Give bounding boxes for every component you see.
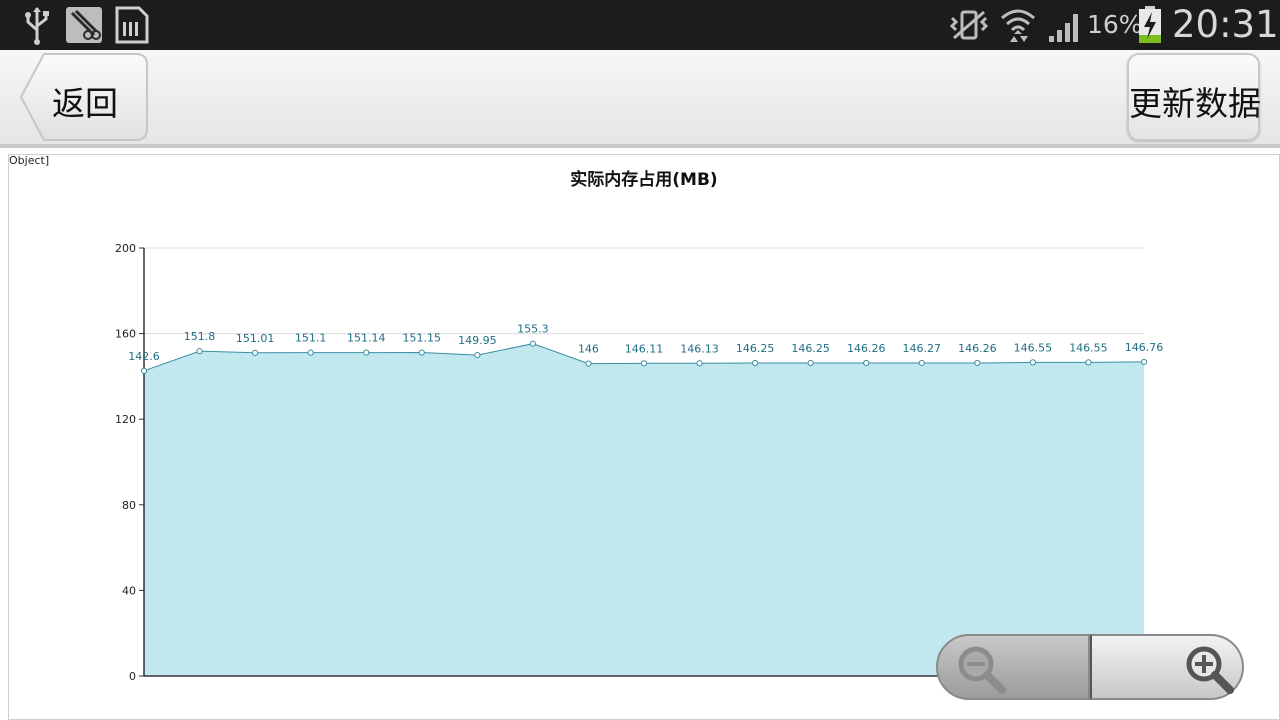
memory-chart: 实际内存占用(MB) 0 40 80 120 160 200 142.6 151.8 151.… <box>115 169 1164 683</box>
data-label: 146.26 <box>958 342 997 355</box>
data-point <box>1140 358 1148 366</box>
zoom-in-button[interactable] <box>1090 634 1244 700</box>
data-point <box>529 340 536 347</box>
data-point <box>1085 359 1092 366</box>
data-point <box>918 359 925 367</box>
data-point <box>140 367 148 374</box>
zoom-in-icon <box>1186 646 1234 694</box>
data-label: 146.26 <box>847 342 886 355</box>
data-point <box>696 360 703 367</box>
data-label: 146.11 <box>625 342 664 355</box>
chart-area-series <box>143 343 1145 676</box>
chart-title: 实际内存占用(MB) <box>570 169 717 190</box>
data-label: 146.76 <box>1125 341 1164 354</box>
data-label: 146.25 <box>791 342 830 355</box>
data-point <box>252 349 259 356</box>
data-point <box>974 359 981 367</box>
data-label: 146 <box>578 343 599 356</box>
data-point <box>1029 359 1036 366</box>
y-axis-ticks: 0 40 80 120 160 200 <box>115 242 144 683</box>
data-point <box>363 349 370 356</box>
y-tick-label: 40 <box>122 584 136 597</box>
zoom-control <box>936 634 1244 700</box>
data-label: 142.6 <box>128 350 160 363</box>
data-point <box>585 360 592 367</box>
data-point <box>474 352 481 359</box>
y-tick-label: 160 <box>115 328 136 341</box>
y-tick-label: 80 <box>122 499 136 512</box>
y-tick-label: 120 <box>115 413 136 426</box>
data-label: 146.55 <box>1069 341 1108 354</box>
data-point <box>307 349 314 356</box>
data-label: 149.95 <box>458 334 497 347</box>
data-point <box>418 349 425 356</box>
zoom-out-button[interactable] <box>936 634 1090 700</box>
data-point <box>640 360 648 367</box>
data-label: 151.01 <box>236 332 275 345</box>
data-label: 146.27 <box>903 342 942 355</box>
data-label: 146.25 <box>736 342 775 355</box>
data-label: 151.14 <box>347 332 386 345</box>
data-label: 146.55 <box>1014 341 1053 354</box>
data-point <box>863 359 870 367</box>
area-fill <box>144 343 1144 676</box>
data-label: 151.8 <box>184 330 216 343</box>
data-label: 151.15 <box>403 332 442 345</box>
data-point <box>807 359 814 367</box>
y-tick-label: 200 <box>115 242 136 255</box>
zoom-out-icon <box>958 646 1006 694</box>
y-tick-label: 0 <box>129 670 136 683</box>
data-label: 151.1 <box>295 332 327 345</box>
data-point <box>752 359 759 367</box>
data-label: 146.13 <box>680 342 719 355</box>
data-point <box>196 348 203 355</box>
data-label: 155.3 <box>517 323 549 336</box>
